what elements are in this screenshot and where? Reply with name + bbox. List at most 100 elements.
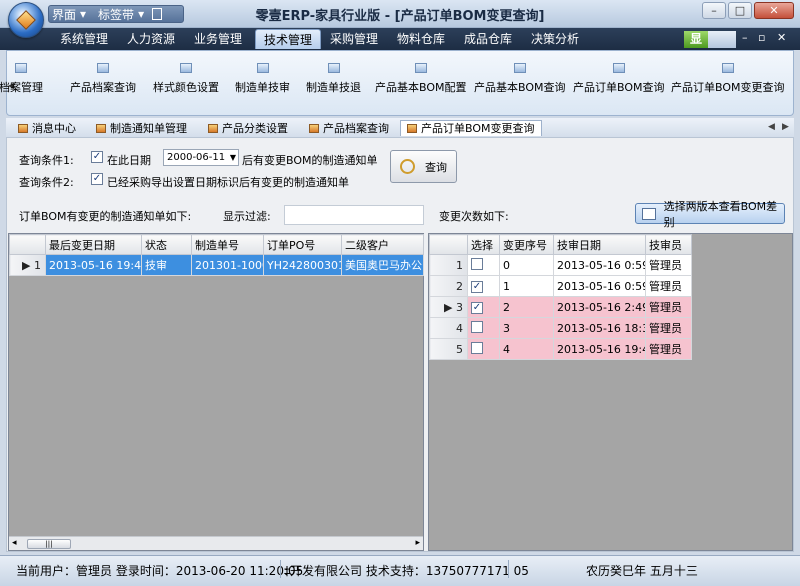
app-logo-icon — [16, 10, 36, 30]
query-button-label: 查询 — [425, 160, 447, 174]
tab-icon — [96, 123, 106, 133]
col-last-change-date[interactable]: 最后变更日期 — [45, 234, 142, 255]
document-icon — [721, 63, 734, 73]
row-header-corner — [429, 234, 468, 255]
status-company: ‡开发有限公司 技术支持：13750777171 05 — [284, 564, 529, 578]
ribbon-archive-manage[interactable]: 档案管理 — [0, 63, 43, 95]
scroll-left-icon[interactable]: ◂ — [12, 538, 17, 548]
row-header-corner — [9, 234, 46, 255]
menu-finished-goods[interactable]: 成品仓库 — [456, 29, 520, 49]
col-po-no[interactable]: 订单PO号 — [263, 234, 342, 255]
cell-seq: 3 — [499, 317, 554, 339]
display-toggle-slider[interactable] — [708, 31, 736, 48]
menu-technology[interactable]: 技术管理 — [255, 29, 322, 49]
menu-hr[interactable]: 人力资源 — [119, 29, 183, 49]
changes-header-row: 选择 变更序号 技审日期 技审员 — [429, 234, 692, 255]
mdi-restore-icon[interactable]: ▫ — [758, 31, 765, 44]
cell-customer: 美国奥巴马办公 — [341, 254, 424, 276]
tab-next-icon[interactable]: ▶ — [782, 122, 789, 132]
select-checkbox[interactable] — [471, 257, 483, 270]
tab-messages[interactable]: 消息中心 — [18, 120, 76, 136]
menu-bar: 系统管理 人力资源 业务管理 技术管理 采购管理 物料仓库 成品仓库 决策分析 — [0, 28, 800, 50]
col-review-date[interactable]: 技审日期 — [553, 234, 646, 255]
scroll-right-icon[interactable]: ▸ — [415, 538, 420, 548]
query-button[interactable]: 查询 — [390, 150, 457, 183]
cond2-label: 查询条件2: — [19, 176, 74, 189]
orders-hscrollbar[interactable]: ◂ ||| ▸ — [9, 536, 423, 550]
table-row[interactable]: 1 0 2013-05-16 0:59 管理员 — [429, 254, 692, 276]
tab-order-bom-change[interactable]: 产品订单BOM变更查询 — [400, 120, 542, 136]
tab-manufacturing-notice[interactable]: 制造通知单管理 — [96, 120, 187, 136]
compare-bom-button[interactable]: 选择两版本查看BOM差别 — [635, 200, 785, 229]
window-title: 零壹ERP-家具行业版 - [产品订单BOM变更查询] — [255, 9, 545, 24]
select-checkbox[interactable]: ✓ — [471, 302, 483, 314]
cell-select: ✓ — [467, 296, 500, 318]
ribbon-style-color[interactable]: 样式颜色设置 — [153, 63, 219, 95]
ribbon-order-bom-query[interactable]: 产品订单BOM查询 — [573, 63, 665, 95]
ribbon-product-archive-query[interactable]: 产品档案查询 — [70, 63, 136, 95]
row-number: 1 — [429, 254, 468, 276]
table-row[interactable]: 4 3 2013-05-16 18:34 管理员 — [429, 317, 692, 339]
ribbon-bom-config[interactable]: 产品基本BOM配置 — [375, 63, 467, 95]
status-divider — [508, 560, 509, 578]
cond1-label: 查询条件1: — [19, 154, 74, 167]
table-row[interactable]: ▶ 1 2013-05-16 19:49 技审 201301-1000 YH24… — [9, 254, 424, 276]
minimize-button[interactable]: – — [702, 2, 726, 19]
ribbon-label: 样式颜色设置 — [153, 81, 219, 94]
cond2-checkbox[interactable]: ✓ — [91, 173, 103, 185]
menu-materials[interactable]: 物料仓库 — [389, 29, 453, 49]
col-status[interactable]: 状态 — [141, 234, 192, 255]
ribbon-order-bom-change-query[interactable]: 产品订单BOM变更查询 — [671, 63, 785, 95]
cond1-date-picker[interactable]: 2000-06-11 — [163, 149, 239, 166]
col-select[interactable]: 选择 — [467, 234, 500, 255]
col-reviewer[interactable]: 技审员 — [645, 234, 692, 255]
tab-prev-icon[interactable]: ◀ — [768, 122, 775, 132]
cond2-text: 已经采购导出设置日期标识后有变更的制造通知单 — [107, 176, 349, 189]
cell-user: 管理员 — [645, 296, 692, 318]
ribbon-bom-query[interactable]: 产品基本BOM查询 — [474, 63, 566, 95]
menu-system[interactable]: 系统管理 — [52, 29, 116, 49]
table-row[interactable]: 2 ✓ 1 2013-05-16 0:59 管理员 — [429, 275, 692, 297]
menu-decision[interactable]: 决策分析 — [523, 29, 587, 49]
col-order-no[interactable]: 制造单号 — [191, 234, 264, 255]
orders-grid: 最后变更日期 状态 制造单号 订单PO号 二级客户 ▶ 1 2013-05-16… — [8, 233, 424, 551]
display-toggle-button[interactable]: 显 — [684, 31, 708, 48]
cell-user: 管理员 — [645, 317, 692, 339]
mdi-close-icon[interactable]: ✕ — [777, 31, 786, 44]
maximize-button[interactable]: □ — [728, 2, 752, 19]
orders-header-row: 最后变更日期 状态 制造单号 订单PO号 二级客户 — [9, 234, 424, 255]
archive-icon — [97, 63, 109, 73]
menu-purchase[interactable]: 采购管理 — [322, 29, 386, 49]
select-checkbox[interactable] — [471, 320, 483, 333]
cell-po-no: YH24280030151 — [263, 254, 342, 276]
filter-input[interactable] — [284, 205, 424, 225]
cond1-checkbox[interactable]: ✓ — [91, 151, 103, 163]
select-checkbox[interactable]: ✓ — [471, 281, 483, 293]
tab-product-category[interactable]: 产品分类设置 — [208, 120, 288, 136]
cell-date: 2013-05-16 0:59 — [553, 254, 646, 276]
select-checkbox[interactable] — [471, 341, 483, 354]
ribbon-label: 产品基本BOM配置 — [375, 81, 467, 94]
app-orb-button[interactable] — [8, 2, 44, 38]
close-button[interactable]: ✕ — [754, 2, 794, 19]
compare-icon — [642, 207, 656, 220]
current-row-icon: ▶ — [444, 300, 453, 314]
table-row[interactable]: ▶ 3 ✓ 2 2013-05-16 2:49 管理员 — [429, 296, 692, 318]
menu-business[interactable]: 业务管理 — [186, 29, 250, 49]
cell-status: 技审 — [141, 254, 192, 276]
ribbon-tech-return[interactable]: 制造单技退 — [306, 63, 361, 95]
mdi-minimize-icon[interactable]: – — [742, 31, 748, 44]
document-icon — [256, 63, 269, 73]
ribbon-label: 产品订单BOM查询 — [573, 81, 665, 94]
table-row[interactable]: 5 4 2013-05-16 19:49 管理员 — [429, 338, 692, 360]
compare-button-label: 选择两版本查看BOM差别 — [663, 199, 778, 229]
document-icon — [513, 63, 526, 73]
scroll-thumb[interactable]: ||| — [27, 539, 71, 549]
cell-seq: 4 — [499, 338, 554, 360]
col-change-seq[interactable]: 变更序号 — [499, 234, 554, 255]
ribbon-label: 制造单技退 — [306, 81, 361, 94]
col-customer[interactable]: 二级客户 — [341, 234, 424, 255]
ribbon-tech-review[interactable]: 制造单技审 — [235, 63, 290, 95]
tab-product-archive[interactable]: 产品档案查询 — [309, 120, 389, 136]
document-tabs: 消息中心 制造通知单管理 产品分类设置 产品档案查询 产品订单BOM变更查询 — [6, 118, 794, 137]
